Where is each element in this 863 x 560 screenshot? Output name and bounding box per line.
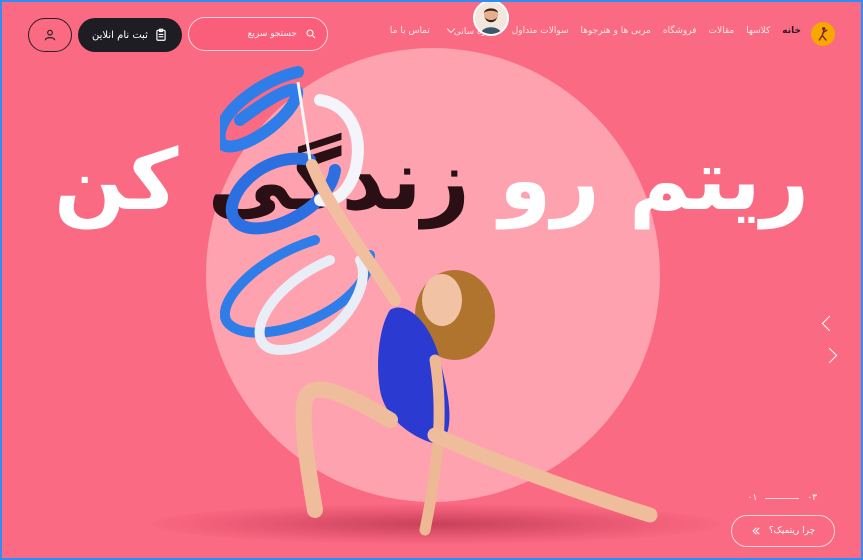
nav-item-classes[interactable]: کلاسها xyxy=(746,26,770,37)
nav-item-coaches[interactable]: مربی ها و هنرجوها xyxy=(581,26,651,37)
ribbon-lower-white xyxy=(254,255,368,356)
avatar-icon xyxy=(481,8,501,34)
nav-item-home[interactable]: خانه xyxy=(782,26,801,37)
gymnast-head xyxy=(422,274,462,326)
counter-line xyxy=(765,497,800,499)
gymnast-leg-left xyxy=(295,381,398,518)
why-rhythmic-label: چرا ریتمیک؟ xyxy=(768,526,816,536)
ribbon-stick xyxy=(296,81,312,161)
support-avatar[interactable] xyxy=(473,0,509,36)
gymnast-leg-right xyxy=(427,427,658,523)
nav-item-contact[interactable]: تماس با ما xyxy=(390,26,430,37)
register-label: ثبت نام انلاین xyxy=(92,29,148,41)
nav-item-shop[interactable]: فروشگاه xyxy=(663,26,697,37)
main-nav: خانه کلاسها مقالات فروشگاه مربی ها و هنر… xyxy=(390,24,801,37)
nav-item-faq[interactable]: سوالات متداول xyxy=(512,26,569,37)
user-icon xyxy=(44,29,56,41)
header: ثبت نام انلاین خانه کلاسها مقالات فروشگا… xyxy=(28,16,835,54)
brand-logo[interactable] xyxy=(811,22,835,46)
slider-prev-arrow-icon[interactable] xyxy=(821,315,838,332)
online-register-button[interactable]: ثبت نام انلاین xyxy=(78,18,182,52)
quick-search[interactable] xyxy=(188,17,328,51)
search-input[interactable] xyxy=(205,28,299,40)
slide-counter: ۰۱ ۰۳ xyxy=(748,493,817,503)
hero-title-part-3: کن xyxy=(53,131,179,229)
slider-next-arrow-icon[interactable] xyxy=(821,347,838,364)
nav-item-articles[interactable]: مقالات xyxy=(708,26,734,37)
gymnast-logo-icon xyxy=(818,27,828,41)
gymnast-illustration xyxy=(220,66,658,536)
ribbon-top-loop xyxy=(220,66,304,153)
why-rhythmic-button[interactable]: چرا ریتمیک؟ xyxy=(731,515,835,547)
search-icon xyxy=(306,29,316,39)
slide-current: ۰۱ xyxy=(747,493,758,503)
slide-total: ۰۳ xyxy=(807,493,817,503)
double-chevron-left-icon xyxy=(752,527,760,535)
user-account-button[interactable] xyxy=(28,18,72,52)
clipboard-icon xyxy=(156,28,166,41)
